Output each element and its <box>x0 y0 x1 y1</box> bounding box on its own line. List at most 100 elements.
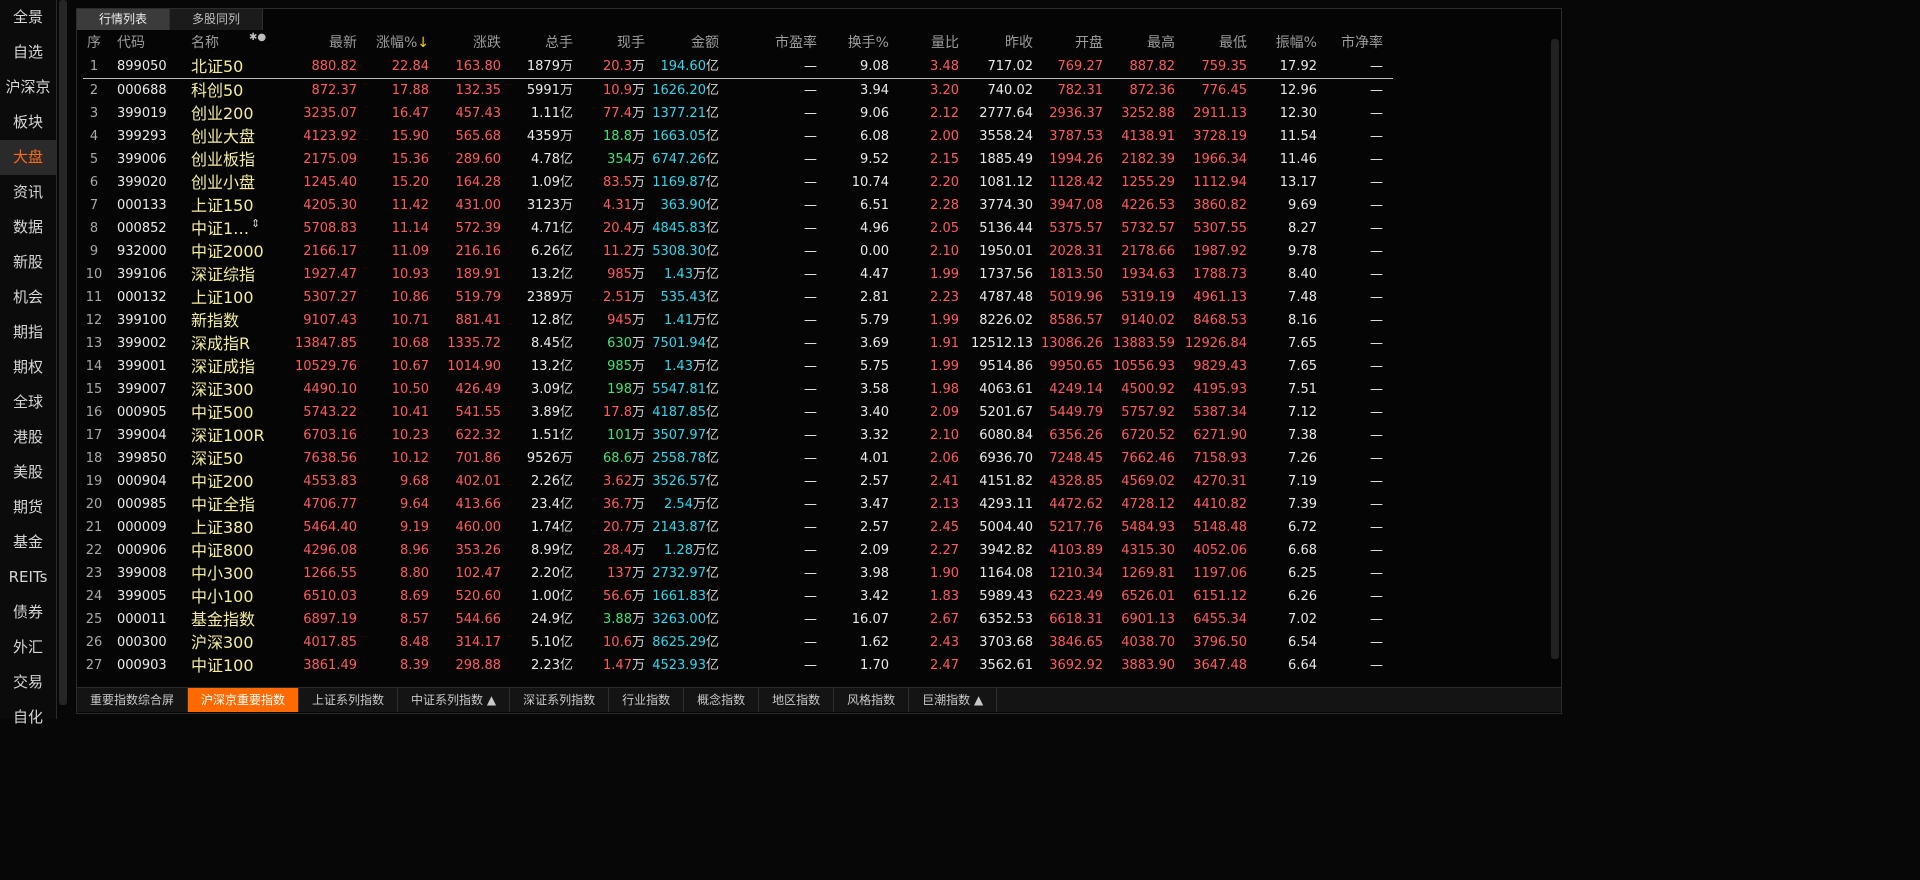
sidebar-item[interactable]: REITs <box>0 560 56 595</box>
sidebar-item[interactable]: 大盘 <box>0 140 56 175</box>
table-row[interactable]: 27 000903 中证100 3861.49 8.39 298.88 2.23亿 1.47万… <box>83 654 1393 677</box>
col-header-cur[interactable]: 现手 <box>575 32 645 55</box>
table-row[interactable]: 2 000688 科创50 872.37 17.88 132.35 5991万 10.9万 16… <box>83 79 1393 102</box>
col-header-low[interactable]: 最低 <box>1177 32 1247 55</box>
bottom-tab[interactable]: 深证系列指数 <box>510 688 610 712</box>
row-vol-ratio: 1.90 <box>930 566 959 581</box>
row-current-hand: 1.47万 <box>575 654 645 677</box>
bottom-tab[interactable]: 重要指数综合屏 <box>77 688 189 712</box>
row-chg-pct: 22.84 <box>391 59 429 74</box>
col-header-vol[interactable]: 总手 <box>503 32 573 55</box>
bottom-tab[interactable]: 中证系列指数 ▲ <box>398 688 511 712</box>
sidebar-scrollbar[interactable] <box>59 0 67 705</box>
row-chg: 460.00 <box>455 520 502 535</box>
bottom-tab[interactable]: 沪深京重要指数 <box>188 688 300 712</box>
table-scrollbar[interactable] <box>1551 39 1559 659</box>
sidebar-item[interactable]: 基金 <box>0 525 56 560</box>
table-row[interactable]: 6 399020 创业小盘 1245.40 15.20 164.28 1.09亿 83.5万 1… <box>83 171 1393 194</box>
sidebar-item[interactable]: 港股 <box>0 420 56 455</box>
row-high: 1255.29 <box>1121 175 1175 190</box>
sidebar-item[interactable]: 自选 <box>0 35 56 70</box>
table-row[interactable]: 21 000009 上证380 5464.40 9.19 460.00 1.74亿 20.7万… <box>83 516 1393 539</box>
col-header-open[interactable]: 开盘 <box>1035 32 1103 55</box>
table-row[interactable]: 12 399100 新指数 9107.43 10.71 881.41 12.8亿 945万 1.… <box>83 309 1393 332</box>
sidebar-item[interactable]: 板块 <box>0 105 56 140</box>
col-header-chg[interactable]: 涨跌 <box>431 32 501 55</box>
sidebar-item[interactable]: 沪深京 <box>0 70 56 105</box>
sidebar-item[interactable]: 数据 <box>0 210 56 245</box>
col-header-amp[interactable]: 振幅% <box>1249 32 1317 55</box>
sidebar-item[interactable]: 债券 <box>0 595 56 630</box>
col-header-pb[interactable]: 市净率 <box>1319 32 1383 55</box>
sort-desc-icon[interactable]: ↓ <box>417 35 429 51</box>
col-header-latest[interactable]: 最新 <box>283 32 357 55</box>
sidebar-item[interactable]: 全景 <box>0 0 56 35</box>
tab-multi-stock[interactable]: 多股同列 <box>170 9 264 30</box>
row-latest: 5743.22 <box>303 405 357 420</box>
sidebar-item[interactable]: 全球 <box>0 385 56 420</box>
row-pe: — <box>804 474 817 489</box>
table-row[interactable]: 16 000905 中证500 5743.22 10.41 541.55 3.89亿 17.8… <box>83 401 1393 424</box>
col-header-pe[interactable]: 市盈率 <box>733 32 817 55</box>
table-row[interactable]: 26 000300 沪深300 4017.85 8.48 314.17 5.10亿 10.6万… <box>83 631 1393 654</box>
row-pe: — <box>804 635 817 650</box>
col-header-high[interactable]: 最高 <box>1105 32 1175 55</box>
table-row[interactable]: 24 399005 中小100 6510.03 8.69 520.60 1.00亿 56.6万… <box>83 585 1393 608</box>
col-header-prev[interactable]: 昨收 <box>961 32 1033 55</box>
row-volume: 13.2亿 <box>503 355 573 378</box>
bottom-tab[interactable]: 行业指数 <box>609 688 685 712</box>
table-row[interactable]: 11 000132 上证100 5307.27 10.86 519.79 2389万 2.51… <box>83 286 1393 309</box>
row-turnover: 2.81 <box>860 290 889 305</box>
col-header-turnover[interactable]: 换手% <box>819 32 889 55</box>
bottom-tab[interactable]: 地区指数 <box>759 688 835 712</box>
col-header-vol-ratio[interactable]: 量比 <box>891 32 959 55</box>
row-vol-ratio: 2.09 <box>930 405 959 420</box>
table-row[interactable]: 3 399019 创业200 3235.07 16.47 457.43 1.11亿 77.4万… <box>83 102 1393 125</box>
row-latest: 5464.40 <box>303 520 357 535</box>
table-row[interactable]: 18 399850 深证50 7638.56 10.12 701.86 9526万 68.6万… <box>83 447 1393 470</box>
sidebar-item[interactable]: 自化 <box>0 700 56 735</box>
table-row[interactable]: 20 000985 中证全指 4706.77 9.64 413.66 23.4亿 36.7万 2… <box>83 493 1393 516</box>
table-row[interactable]: 22 000906 中证800 4296.08 8.96 353.26 8.99亿 28.4万… <box>83 539 1393 562</box>
row-amount-value: 8625.29 <box>652 635 706 650</box>
table-row[interactable]: 9 932000 中证2000 2166.17 11.09 216.16 6.26亿 11.2… <box>83 240 1393 263</box>
row-low: 8468.53 <box>1193 313 1247 328</box>
col-header-code[interactable]: 代码 <box>117 32 177 55</box>
col-header-amount[interactable]: 金额 <box>645 32 719 55</box>
sidebar-item[interactable]: 交易 <box>0 665 56 700</box>
row-volume: 8.99亿 <box>503 539 573 562</box>
table-row[interactable]: 7 000133 上证150 4205.30 11.42 431.00 3123万 4.31万… <box>83 194 1393 217</box>
table-row[interactable]: 8 000852 中证1… ⇕ 5708.83 11.14 572.39 4.71亿 20.4万… <box>83 217 1393 240</box>
settings-icons[interactable]: ✱● <box>249 32 266 43</box>
sidebar-item[interactable]: 新股 <box>0 245 56 280</box>
table-row[interactable]: 17 399004 深证100R 6703.16 10.23 622.32 1.51亿 101… <box>83 424 1393 447</box>
table-row[interactable]: 25 000011 基金指数 6897.19 8.57 544.66 24.9亿 3.88万 3… <box>83 608 1393 631</box>
sidebar-item[interactable]: 期指 <box>0 315 56 350</box>
bottom-tab[interactable]: 上证系列指数 <box>299 688 399 712</box>
table-row[interactable]: 10 399106 深证综指 1927.47 10.93 189.91 13.2亿 985万 1… <box>83 263 1393 286</box>
table-row[interactable]: 19 000904 中证200 4553.83 9.68 402.01 2.26亿 3.62万… <box>83 470 1393 493</box>
row-vol-ratio: 2.45 <box>930 520 959 535</box>
row-amount-value: 2.54 <box>664 497 693 512</box>
sidebar-item[interactable]: 期货 <box>0 490 56 525</box>
sidebar-item[interactable]: 外汇 <box>0 630 56 665</box>
table-row[interactable]: 14 399001 深证成指 10529.76 10.67 1014.90 13.2亿 985… <box>83 355 1393 378</box>
bottom-tab[interactable]: 巨潮指数 ▲ <box>909 688 998 712</box>
col-header-name[interactable]: 名称 <box>191 32 281 55</box>
table-row[interactable]: 4 399293 创业大盘 4123.92 15.90 565.68 4359万 18.8万 1… <box>83 125 1393 148</box>
bottom-tab[interactable]: 概念指数 <box>684 688 760 712</box>
table-row[interactable]: 15 399007 深证300 4490.10 10.50 426.49 3.09亿 198万… <box>83 378 1393 401</box>
sidebar-item[interactable]: 美股 <box>0 455 56 490</box>
table-row[interactable]: 5 399006 创业板指 2175.09 15.36 289.60 4.78亿 354万 67… <box>83 148 1393 171</box>
table-row[interactable]: 23 399008 中小300 1266.55 8.80 102.47 2.20亿 137万 2… <box>83 562 1393 585</box>
bottom-tab[interactable]: 风格指数 <box>834 688 910 712</box>
expand-icon[interactable]: ⇕ <box>251 217 260 230</box>
sidebar-item[interactable]: 资讯 <box>0 175 56 210</box>
col-header-seq[interactable]: 序 <box>83 32 105 55</box>
table-row[interactable]: 13 399002 深成指R 13847.85 10.68 1335.72 8.45亿 630… <box>83 332 1393 355</box>
sidebar-item[interactable]: 期权 <box>0 350 56 385</box>
tab-quote-list[interactable]: 行情列表 <box>77 9 171 30</box>
sidebar-item[interactable]: 机会 <box>0 280 56 315</box>
col-header-chg-pct[interactable]: 涨幅%↓ <box>359 32 429 55</box>
table-row[interactable]: 1 899050 北证50 880.82 22.84 163.80 1879万 20.3万 19… <box>83 55 1393 79</box>
